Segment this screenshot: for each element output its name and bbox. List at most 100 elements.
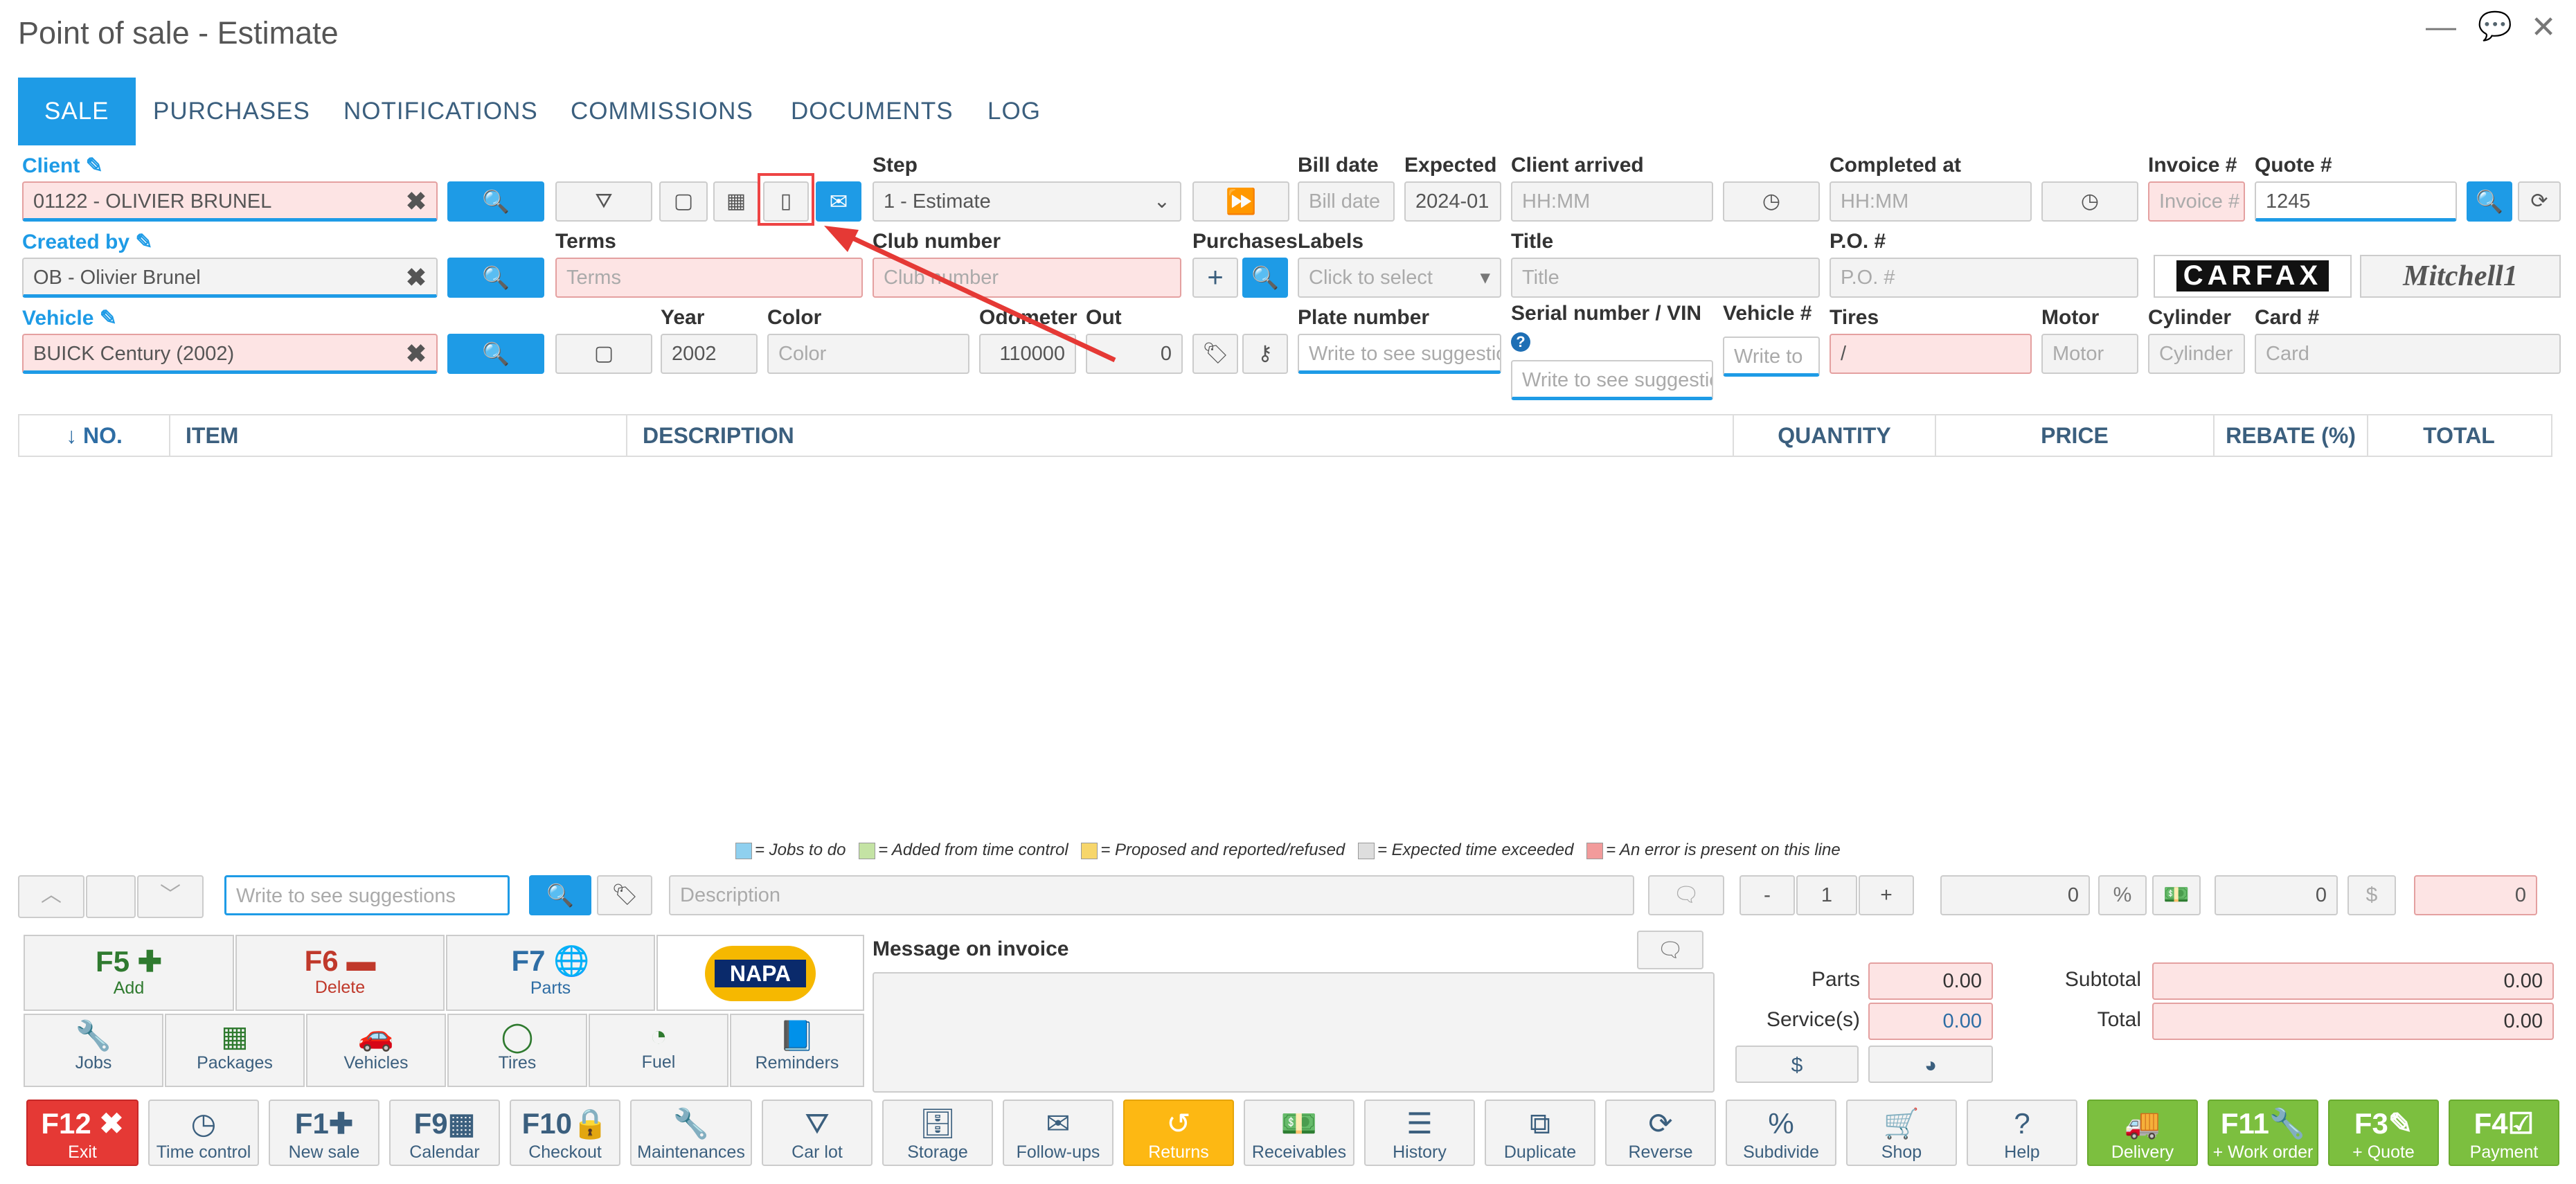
clock-icon[interactable]: ◷ bbox=[2041, 181, 2138, 222]
col-description[interactable]: DESCRIPTION bbox=[627, 415, 1734, 456]
line-number-box[interactable] bbox=[86, 875, 136, 918]
created-by-search-button[interactable]: 🔍 bbox=[447, 258, 544, 298]
car-lot-button[interactable]: ⛛ Car lot bbox=[762, 1100, 873, 1166]
subdivide-button[interactable]: % Subdivide bbox=[1726, 1100, 1836, 1166]
tab-documents[interactable]: DOCUMENTS bbox=[764, 78, 980, 145]
cat-packages[interactable]: ▦ Packages bbox=[165, 1014, 305, 1087]
f3-quote-button[interactable]: F3✎ + Quote bbox=[2328, 1100, 2439, 1166]
plate-input[interactable]: Write to see suggestions bbox=[1298, 334, 1501, 374]
cat-jobs[interactable]: 🔧 Jobs bbox=[24, 1014, 163, 1087]
quote-input[interactable]: 1245 bbox=[2255, 181, 2457, 222]
col-item[interactable]: ITEM bbox=[170, 415, 627, 456]
cat-tires[interactable]: ◯ Tires bbox=[447, 1014, 587, 1087]
cat-fuel[interactable]: ◔ Fuel bbox=[589, 1014, 728, 1087]
invoice-input[interactable]: Invoice # bbox=[2148, 181, 2245, 222]
f7-parts-button[interactable]: F7 🌐 Parts bbox=[446, 935, 655, 1011]
col-total[interactable]: TOTAL bbox=[2368, 415, 2550, 456]
po-input[interactable]: P.O. # bbox=[1830, 258, 2138, 298]
client-search-button[interactable]: 🔍 bbox=[447, 181, 544, 222]
col-price[interactable]: PRICE bbox=[1936, 415, 2215, 456]
completed-input[interactable]: HH:MM bbox=[1830, 181, 2032, 222]
discount-input[interactable]: 0 bbox=[2215, 875, 2338, 915]
f10-checkout-button[interactable]: F10🔒 Checkout bbox=[510, 1100, 620, 1166]
vehicle-number-input[interactable]: Write to bbox=[1723, 337, 1820, 377]
card-input[interactable]: Card bbox=[2255, 334, 2561, 374]
pie-chart-icon[interactable]: ◕ bbox=[1868, 1046, 1993, 1083]
f12-exit-button[interactable]: F12 ✖ Exit bbox=[26, 1100, 138, 1166]
col-no[interactable]: ↓ NO. bbox=[19, 415, 170, 456]
tag-icon[interactable]: 🏷 bbox=[1192, 334, 1238, 374]
dollar-icon[interactable]: $ bbox=[1735, 1046, 1859, 1083]
bill-date-input[interactable]: Bill date bbox=[1298, 181, 1395, 222]
message-textarea[interactable] bbox=[873, 972, 1715, 1093]
mitchell-logo[interactable]: Mitchell1 bbox=[2360, 255, 2561, 298]
carfax-logo[interactable]: CARFAX bbox=[2154, 255, 2352, 298]
delivery-button[interactable]: 🚚 Delivery bbox=[2087, 1100, 2198, 1166]
tab-purchases[interactable]: PURCHASES bbox=[127, 78, 337, 145]
road-icon[interactable]: ⛛ bbox=[555, 181, 652, 222]
tab-log[interactable]: LOG bbox=[961, 78, 1067, 145]
receivables-button[interactable]: 💵 Receivables bbox=[1244, 1100, 1354, 1166]
purchase-search-button[interactable]: 🔍 bbox=[1242, 258, 1288, 298]
cat-reminders[interactable]: 📘 Reminders bbox=[730, 1014, 864, 1087]
duplicate-button[interactable]: ⧉ Duplicate bbox=[1485, 1100, 1595, 1166]
comment-icon[interactable]: 🗨 bbox=[1648, 875, 1724, 915]
dollar-icon[interactable]: $ bbox=[2347, 875, 2396, 915]
tab-commissions[interactable]: COMMISSIONS bbox=[544, 78, 780, 145]
year-input[interactable]: 2002 bbox=[661, 334, 758, 374]
vehicle-search-button[interactable]: 🔍 bbox=[447, 334, 544, 374]
vehicle-field[interactable]: BUICK Century (2002) ✖ bbox=[22, 334, 438, 374]
f6-delete-button[interactable]: F6 ▬ Delete bbox=[235, 935, 445, 1011]
item-suggest-input[interactable]: Write to see suggestions bbox=[224, 875, 510, 915]
chat-icon[interactable]: 💬 bbox=[2478, 10, 2512, 42]
step-select[interactable]: 1 - Estimate ⌄ bbox=[873, 181, 1181, 222]
returns-button[interactable]: ↺ Returns bbox=[1123, 1100, 1234, 1166]
col-rebate[interactable]: REBATE (%) bbox=[2215, 415, 2368, 456]
percent-icon[interactable]: % bbox=[2098, 875, 2147, 915]
clear-icon[interactable]: ✖ bbox=[406, 341, 427, 366]
shop-button[interactable]: 🛒 Shop bbox=[1846, 1100, 1957, 1166]
f4-payment-button[interactable]: F4☑ Payment bbox=[2449, 1100, 2559, 1166]
clock-icon[interactable]: ◷ bbox=[1723, 181, 1820, 222]
motor-input[interactable]: Motor bbox=[2041, 334, 2138, 374]
price-input[interactable]: 0 bbox=[1940, 875, 2090, 915]
item-search-button[interactable]: 🔍 bbox=[529, 875, 591, 915]
created-by-label[interactable]: Created by ✎ bbox=[22, 230, 153, 254]
f1-new-sale-button[interactable]: F1✚ New sale bbox=[269, 1100, 379, 1166]
follow-ups-button[interactable]: ✉ Follow-ups bbox=[1003, 1100, 1113, 1166]
move-down-icon[interactable]: ﹀ bbox=[137, 875, 204, 918]
col-quantity[interactable]: QUANTITY bbox=[1734, 415, 1936, 456]
clear-icon[interactable]: ✖ bbox=[406, 189, 427, 214]
minimize-icon[interactable]: — bbox=[2424, 10, 2458, 44]
qty-plus-button[interactable]: + bbox=[1859, 875, 1914, 915]
history-button[interactable]: ☰ History bbox=[1364, 1100, 1475, 1166]
client-arrived-input[interactable]: HH:MM bbox=[1511, 181, 1713, 222]
tag-icon[interactable]: 🏷 bbox=[597, 875, 652, 915]
napa-button[interactable]: NAPA bbox=[656, 935, 864, 1011]
tires-input[interactable]: / bbox=[1830, 334, 2032, 374]
move-up-icon[interactable]: ︿ bbox=[18, 875, 84, 918]
cylinder-input[interactable]: Cylinder bbox=[2148, 334, 2245, 374]
expected-input[interactable]: 2024-01 bbox=[1404, 181, 1501, 222]
line-total-input[interactable]: 0 bbox=[2414, 875, 2537, 915]
f9-calendar-button[interactable]: F9▦ Calendar bbox=[389, 1100, 500, 1166]
maintenances-button[interactable]: 🔧 Maintenances bbox=[630, 1100, 752, 1166]
client-field[interactable]: 01122 - OLIVIER BRUNEL ✖ bbox=[22, 181, 438, 222]
qty-input[interactable]: 1 bbox=[1796, 875, 1857, 915]
help-button[interactable]: ? Help bbox=[1967, 1100, 2077, 1166]
tab-sale[interactable]: SALE bbox=[18, 78, 136, 145]
storage-button[interactable]: 🗄 Storage bbox=[882, 1100, 993, 1166]
vin-input[interactable]: Write to see suggestions bbox=[1511, 360, 1713, 400]
money-icon[interactable]: 💵 bbox=[2152, 875, 2201, 915]
time-control-button[interactable]: ◷ Time control bbox=[148, 1100, 259, 1166]
created-by-field[interactable]: OB - Olivier Brunel ✖ bbox=[22, 258, 438, 298]
refresh-icon[interactable]: ⟳ bbox=[2518, 181, 2561, 222]
help-icon[interactable]: ? bbox=[1511, 332, 1530, 352]
title-input[interactable]: Title bbox=[1511, 258, 1820, 298]
comment-icon[interactable]: 🗨 bbox=[1637, 931, 1703, 969]
qty-minus-button[interactable]: - bbox=[1739, 875, 1795, 915]
close-icon[interactable]: ✕ bbox=[2526, 10, 2561, 45]
note-icon[interactable]: ▢ bbox=[659, 181, 708, 222]
f11-work-order-button[interactable]: F11🔧 + Work order bbox=[2208, 1100, 2318, 1166]
quote-search-button[interactable]: 🔍 bbox=[2467, 181, 2512, 222]
